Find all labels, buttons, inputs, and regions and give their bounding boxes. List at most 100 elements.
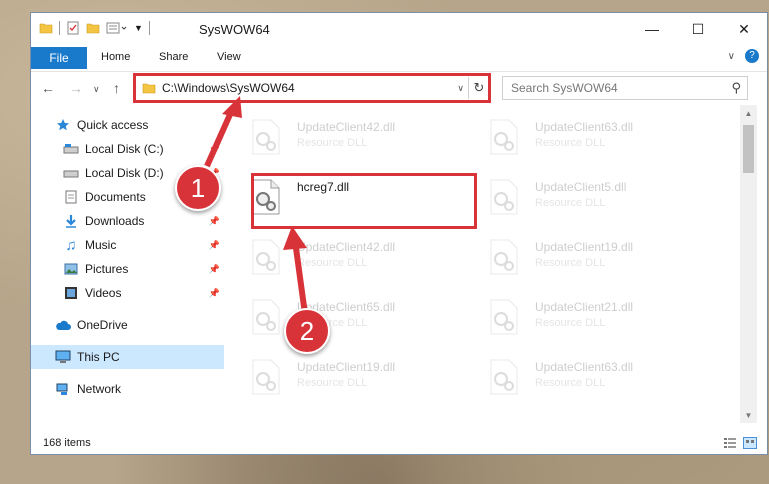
- file-name: UpdateClient19.dll: [297, 360, 396, 374]
- maximize-button[interactable]: ☐: [675, 13, 721, 45]
- sidebar-item-label: OneDrive: [77, 318, 128, 332]
- star-icon: [55, 117, 71, 133]
- minimize-button[interactable]: —: [629, 13, 675, 45]
- dll-file-icon: [490, 359, 518, 395]
- refresh-button[interactable]: ↻: [468, 77, 489, 99]
- dll-file-icon: [252, 359, 280, 395]
- file-type: Resource DLL: [297, 257, 368, 269]
- window-title: SysWOW64: [199, 22, 270, 37]
- folder-icon: [142, 83, 156, 94]
- file-type: Resource DLL: [535, 137, 606, 149]
- sidebar-item-local-disk-c[interactable]: Local Disk (C:) 📌: [31, 137, 224, 161]
- address-path[interactable]: C:\Windows\SysWOW64: [162, 81, 295, 95]
- properties-icon[interactable]: [66, 21, 80, 35]
- file-type: Resource DLL: [535, 317, 606, 329]
- new-folder-icon[interactable]: [86, 21, 100, 35]
- scrollbar-thumb[interactable]: [743, 125, 754, 173]
- sidebar-item-network[interactable]: Network: [31, 377, 224, 401]
- scroll-up-icon[interactable]: ▲: [740, 105, 757, 121]
- sidebar-item-this-pc[interactable]: This PC: [31, 345, 224, 369]
- sidebar-item-quick-access[interactable]: Quick access: [31, 113, 224, 137]
- file-type: Resource DLL: [535, 197, 606, 209]
- dll-file-icon: [490, 299, 518, 335]
- list-item[interactable]: UpdateClient63.dll Resource DLL: [465, 115, 695, 165]
- dll-file-icon: [252, 119, 280, 155]
- sidebar-item-videos[interactable]: Videos 📌: [31, 281, 224, 305]
- ribbon-tabs: File Home Share View ∨ ?: [31, 47, 767, 69]
- tab-file[interactable]: File: [31, 47, 87, 69]
- sidebar-item-label: Pictures: [85, 262, 129, 276]
- file-type: Resource DLL: [297, 377, 368, 389]
- sidebar-item-pictures[interactable]: Pictures 📌: [31, 257, 224, 281]
- scroll-down-icon[interactable]: ▼: [740, 407, 757, 423]
- file-name: UpdateClient19.dll: [535, 240, 634, 254]
- up-arrow-icon[interactable]: ↑: [113, 80, 120, 96]
- recent-locations-chevron-icon[interactable]: ∨: [93, 84, 100, 95]
- pin-icon[interactable]: 📌: [209, 144, 220, 155]
- list-item[interactable]: UpdateClient65.dll Resource DLL: [227, 295, 457, 345]
- tab-share[interactable]: Share: [159, 51, 188, 63]
- file-name: UpdateClient42.dll: [297, 120, 396, 134]
- list-item[interactable]: UpdateClient21.dll Resource DLL: [465, 295, 695, 345]
- folder-icon: [39, 23, 53, 34]
- sidebar-item-onedrive[interactable]: OneDrive: [31, 313, 224, 337]
- dll-file-icon: [490, 179, 518, 215]
- dropdown-icon[interactable]: ▼: [134, 23, 143, 33]
- search-box[interactable]: Search SysWOW64 ⚲: [502, 76, 748, 100]
- drive-icon: [63, 141, 79, 157]
- search-input[interactable]: Search SysWOW64: [511, 81, 618, 95]
- dll-file-icon: [490, 239, 518, 275]
- list-item[interactable]: UpdateClient63.dll Resource DLL: [465, 355, 695, 405]
- dll-file-icon: [252, 239, 280, 275]
- toolbar-separator: [148, 21, 150, 35]
- tab-view[interactable]: View: [217, 51, 241, 63]
- vertical-scrollbar[interactable]: ▲ ▼: [740, 105, 757, 423]
- refresh-icon: ↻: [473, 80, 485, 95]
- close-button[interactable]: ✕: [721, 13, 767, 45]
- explorer-window: ▼ SysWOW64 — ☐ ✕ File Home Share View ∨ …: [30, 12, 768, 455]
- customize-toolbar-icon[interactable]: [106, 21, 128, 35]
- music-icon: ♫: [65, 236, 77, 254]
- large-icons-view-icon[interactable]: [743, 437, 757, 449]
- file-type: Resource DLL: [535, 257, 606, 269]
- sidebar-item-music[interactable]: ♫ Music 📌: [31, 233, 224, 257]
- list-item[interactable]: UpdateClient5.dll Resource DLL: [465, 175, 695, 225]
- pin-icon[interactable]: 📌: [209, 264, 220, 275]
- callout-2: 2: [284, 308, 330, 354]
- sidebar-item-label: Downloads: [85, 214, 145, 228]
- file-name: UpdateClient63.dll: [535, 360, 634, 374]
- minimize-icon: —: [645, 21, 659, 37]
- details-view-icon[interactable]: [723, 437, 737, 449]
- sidebar-item-label: Music: [85, 238, 117, 252]
- sidebar-item-label: Local Disk (C:): [85, 142, 164, 156]
- file-type: Resource DLL: [297, 137, 368, 149]
- tab-home[interactable]: Home: [101, 51, 130, 63]
- file-type: Resource DLL: [535, 377, 606, 389]
- pin-icon[interactable]: 📌: [209, 216, 220, 227]
- search-icon[interactable]: ⚲: [731, 80, 741, 96]
- list-item[interactable]: UpdateClient19.dll Resource DLL: [465, 235, 695, 285]
- sidebar-item-downloads[interactable]: Downloads 📌: [31, 209, 224, 233]
- pin-icon[interactable]: 📌: [209, 240, 220, 251]
- forward-arrow-icon[interactable]: →: [69, 80, 83, 96]
- help-icon[interactable]: ?: [745, 49, 759, 63]
- list-item[interactable]: UpdateClient19.dll Resource DLL: [227, 355, 457, 405]
- sidebar-item-label: Videos: [85, 286, 122, 300]
- maximize-icon: ☐: [691, 20, 705, 37]
- address-dropdown-icon[interactable]: ∨: [457, 83, 464, 94]
- list-item[interactable]: UpdateClient42.dll Resource DLL: [227, 235, 457, 285]
- file-name: UpdateClient63.dll: [535, 120, 634, 134]
- close-icon: ✕: [738, 20, 750, 37]
- toolbar-separator: [59, 21, 60, 35]
- chevron-down-icon[interactable]: ∨: [728, 51, 735, 62]
- sidebar-item-label: This PC: [77, 350, 120, 364]
- file-name: UpdateClient5.dll: [535, 180, 627, 194]
- navigation-pane: Quick access Local Disk (C:) 📌 Local Dis…: [31, 113, 224, 413]
- back-arrow-icon[interactable]: ←: [41, 80, 55, 96]
- pin-icon[interactable]: 📌: [209, 288, 220, 299]
- quick-access-toolbar: ▼: [39, 21, 150, 35]
- list-item[interactable]: UpdateClient42.dll Resource DLL: [227, 115, 457, 165]
- address-bar[interactable]: C:\Windows\SysWOW64 ∨: [135, 75, 491, 101]
- ribbon-controls: ∨ ?: [728, 49, 759, 63]
- cloud-icon: [55, 317, 71, 333]
